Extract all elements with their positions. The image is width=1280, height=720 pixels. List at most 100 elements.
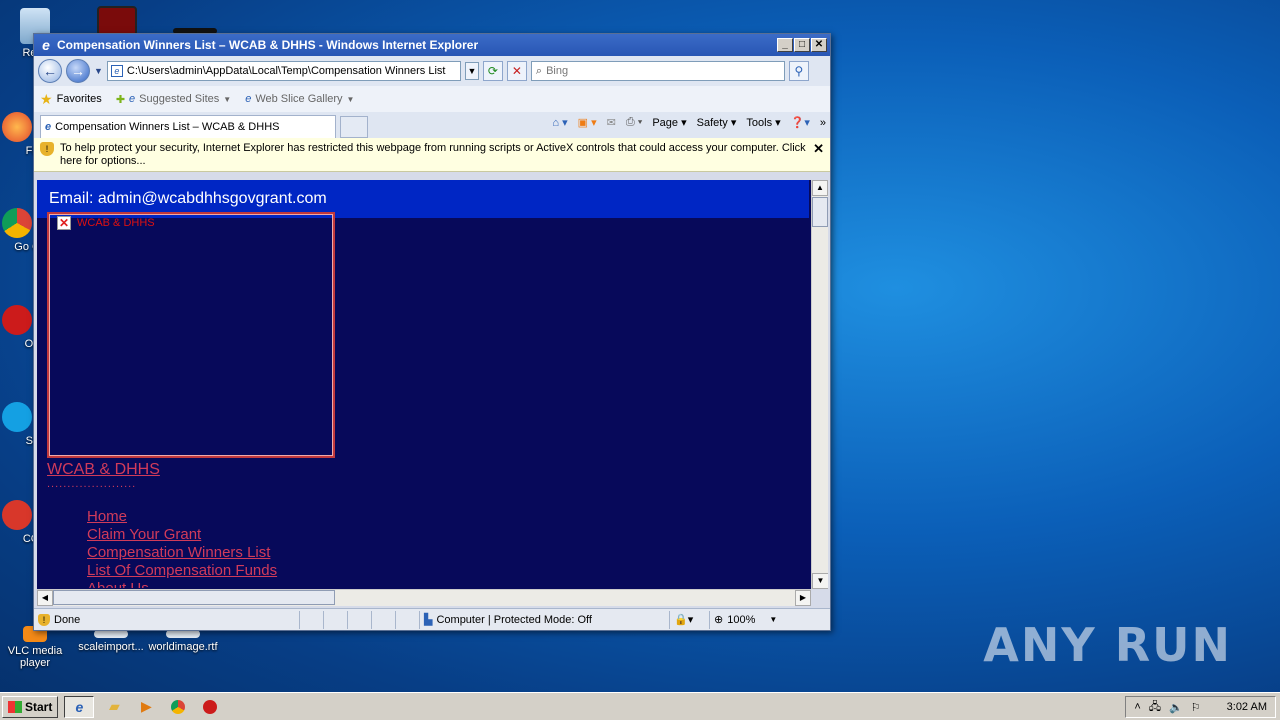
shield-icon: ! bbox=[38, 613, 50, 626]
infobar-message: To help protect your security, Internet … bbox=[60, 142, 806, 167]
action-center-flag-icon[interactable]: ⚐ bbox=[1191, 701, 1201, 714]
chevron-right-icon[interactable]: » bbox=[820, 117, 826, 129]
taskbar-ie-button[interactable]: e bbox=[64, 695, 95, 718]
volume-icon[interactable]: 🔈 bbox=[1169, 701, 1183, 714]
windows-logo-icon bbox=[8, 700, 22, 713]
information-bar[interactable]: ! To help protect your security, Interne… bbox=[34, 138, 830, 172]
ie-logo-icon: e bbox=[42, 37, 50, 53]
web-slice-gallery-link[interactable]: e Web Slice Gallery ▼ bbox=[245, 93, 354, 105]
title-bar[interactable]: e Compensation Winners List – WCAB & DHH… bbox=[34, 34, 830, 56]
home-icon[interactable]: ⌂ ▾ bbox=[552, 116, 567, 129]
new-tab-button[interactable] bbox=[340, 116, 368, 138]
window-controls: _ □ ✕ bbox=[777, 38, 827, 52]
web-slice-gallery-label: Web Slice Gallery bbox=[255, 93, 343, 105]
ie-page-icon: e bbox=[45, 121, 52, 133]
scroll-thumb[interactable] bbox=[812, 197, 828, 227]
address-row: ← → ▼ e C:\Users\admin\AppData\Local\Tem… bbox=[34, 56, 830, 86]
network-icon[interactable]: 🖧 bbox=[1149, 698, 1161, 717]
add-favorite-icon: ✚ bbox=[115, 93, 126, 106]
adobe-reader-icon bbox=[97, 6, 137, 36]
skype-icon bbox=[2, 402, 32, 432]
refresh-button[interactable]: ⟳ bbox=[482, 61, 503, 81]
window-title: Compensation Winners List – WCAB & DHHS … bbox=[57, 38, 479, 52]
broken-image-icon: ✕ bbox=[57, 216, 71, 230]
tab-label: Compensation Winners List – WCAB & DHHS bbox=[55, 121, 280, 133]
scroll-right-icon[interactable]: ▶ bbox=[795, 590, 811, 606]
maximize-button[interactable]: □ bbox=[794, 38, 810, 52]
scroll-corner bbox=[811, 589, 828, 606]
status-pane bbox=[348, 610, 372, 629]
taskbar-media-player-button[interactable]: ▶ bbox=[134, 696, 158, 718]
tools-menu[interactable]: Tools ▾ bbox=[746, 116, 780, 129]
desktop-icon-scaleimport[interactable]: scaleimport... bbox=[76, 630, 146, 653]
back-button[interactable]: ← bbox=[38, 59, 62, 83]
status-pane bbox=[372, 610, 396, 629]
help-icon[interactable]: ❓▾ bbox=[791, 116, 810, 129]
chevron-down-icon: ▼ bbox=[346, 94, 355, 104]
address-dropdown-icon[interactable]: ▼ bbox=[464, 62, 479, 80]
ccleaner-icon bbox=[2, 500, 32, 530]
scroll-down-icon[interactable]: ▼ bbox=[812, 573, 828, 589]
opera-icon bbox=[203, 699, 218, 714]
security-zone[interactable]: ▙ Computer | Protected Mode: Off bbox=[420, 610, 670, 629]
horizontal-scrollbar[interactable]: ◀ ▶ bbox=[37, 589, 811, 606]
favorites-label: Favorites bbox=[56, 93, 102, 105]
feeds-icon[interactable]: ▣ ▾ bbox=[578, 116, 597, 129]
start-button[interactable]: Start bbox=[2, 695, 59, 718]
nav-home[interactable]: Home bbox=[87, 508, 277, 526]
search-placeholder: Bing bbox=[546, 65, 569, 77]
taskbar-explorer-button[interactable]: ▰ bbox=[102, 696, 126, 718]
protected-mode-button[interactable]: 🔒▾ bbox=[670, 610, 710, 629]
close-button[interactable]: ✕ bbox=[811, 38, 827, 52]
shield-icon: ! bbox=[40, 142, 54, 156]
ie-window: e Compensation Winners List – WCAB & DHH… bbox=[33, 33, 831, 631]
clock[interactable]: 3:02 AM bbox=[1227, 701, 1267, 713]
taskbar: Start e ▰ ▶ ˄ 🖧 🔈 ⚐ 3:02 AM bbox=[0, 692, 1280, 720]
nav-about-us[interactable]: About Us bbox=[87, 580, 277, 588]
status-bar: ! Done ▙ Computer | Protected Mode: Off … bbox=[34, 608, 830, 630]
desktop-icon-label: scaleimport... bbox=[78, 641, 144, 653]
firefox-icon bbox=[2, 112, 32, 142]
scroll-up-icon[interactable]: ▲ bbox=[812, 180, 828, 196]
zoom-level: 100% bbox=[727, 613, 756, 626]
site-title-link[interactable]: WCAB & DHHS bbox=[47, 461, 160, 479]
suggested-sites-link[interactable]: ✚ e Suggested Sites ▼ bbox=[116, 93, 231, 106]
hscroll-thumb[interactable] bbox=[53, 590, 335, 605]
status-pane bbox=[300, 610, 324, 629]
page-icon: e bbox=[129, 93, 136, 105]
vertical-scrollbar[interactable]: ▲ ▼ bbox=[811, 180, 828, 589]
search-button[interactable]: ⚲ bbox=[788, 61, 809, 81]
page-icon: e bbox=[110, 65, 123, 77]
page-menu[interactable]: Page ▾ bbox=[652, 116, 686, 129]
header-image-frame: ✕ WCAB & DHHS bbox=[47, 212, 335, 458]
mail-icon[interactable]: ✉ bbox=[607, 116, 616, 129]
stop-button[interactable]: ✕ bbox=[506, 61, 527, 81]
desktop-icon-label: worldimage.rtf bbox=[148, 641, 218, 653]
nav-winners-list[interactable]: Compensation Winners List bbox=[87, 544, 277, 562]
desktop-icon-worldimage[interactable]: worldimage.rtf bbox=[148, 630, 218, 653]
zoom-control[interactable]: ⊕ 100% ▼ bbox=[710, 611, 788, 629]
address-bar[interactable]: e C:\Users\admin\AppData\Local\Temp\Comp… bbox=[106, 61, 461, 81]
scroll-left-icon[interactable]: ◀ bbox=[37, 590, 53, 606]
chrome-icon bbox=[2, 208, 32, 238]
file-icon bbox=[94, 630, 128, 638]
recent-pages-dropdown-icon[interactable]: ▼ bbox=[94, 66, 103, 76]
tray-expand-icon[interactable]: ˄ bbox=[1134, 701, 1140, 713]
tab-compensation-winners[interactable]: e Compensation Winners List – WCAB & DHH… bbox=[40, 115, 336, 138]
hscroll-track[interactable] bbox=[335, 590, 795, 606]
tab-row: e Compensation Winners List – WCAB & DHH… bbox=[34, 112, 830, 138]
favorites-button[interactable]: ★ Favorites bbox=[40, 91, 102, 108]
forward-button[interactable]: → bbox=[66, 59, 90, 83]
taskbar-chrome-button[interactable] bbox=[166, 696, 190, 718]
infobar-close-icon[interactable]: ✕ bbox=[813, 142, 824, 155]
desktop-icon-label: VLC media player bbox=[7, 645, 63, 669]
nav-claim-grant[interactable]: Claim Your Grant bbox=[87, 526, 277, 544]
safety-menu[interactable]: Safety ▾ bbox=[697, 116, 737, 129]
minimize-button[interactable]: _ bbox=[777, 38, 793, 52]
search-input[interactable]: ⌕ Bing bbox=[530, 61, 785, 81]
chevron-down-icon: ▼ bbox=[223, 94, 232, 104]
print-icon[interactable]: ⎙ ▾ bbox=[626, 116, 642, 129]
nav-compensation-funds[interactable]: List Of Compensation Funds bbox=[87, 562, 277, 580]
taskbar-opera-button[interactable] bbox=[198, 696, 222, 718]
desktop-icon-vlc[interactable]: VLC media player bbox=[0, 626, 70, 669]
